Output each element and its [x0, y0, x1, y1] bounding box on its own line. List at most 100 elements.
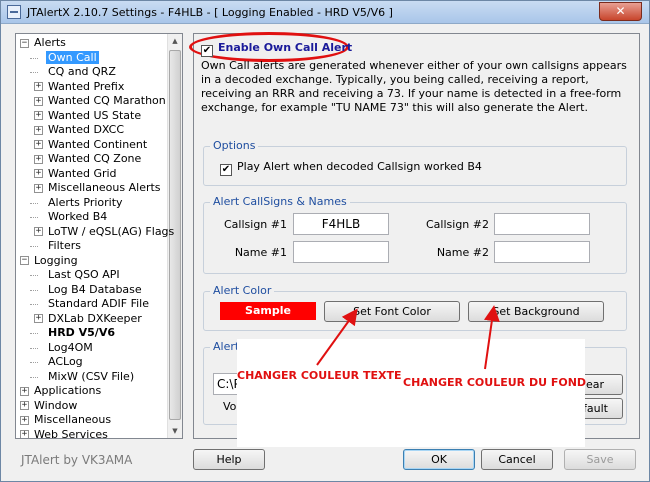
tree-item[interactable]: Wanted Continent — [46, 138, 149, 152]
tree-item[interactable]: Web Services — [32, 428, 110, 439]
font-color-note: CHANGER COULEUR TEXTE — [237, 369, 402, 382]
tree-item-label: Last QSO API — [48, 268, 120, 281]
tree-item[interactable]: Log4OM — [46, 341, 95, 355]
expand-icon[interactable]: + — [34, 140, 43, 149]
tree-item-label: Log4OM — [48, 340, 93, 354]
tree-item[interactable]: Wanted DXCC — [46, 123, 126, 137]
callsign1-input[interactable]: F4HLB — [293, 213, 389, 235]
tree-item-label: Wanted Grid — [48, 166, 117, 180]
tree-item[interactable]: Logging — [32, 254, 80, 268]
tree-item-label: Worked B4 — [48, 210, 108, 223]
tree-connector — [30, 246, 38, 247]
tree-item[interactable]: Alerts Priority — [46, 196, 125, 210]
tree-connector — [30, 376, 38, 378]
tree-item-label: Alerts — [34, 36, 66, 49]
tree-item[interactable]: Miscellaneous Alerts — [46, 181, 163, 195]
expand-icon[interactable]: + — [20, 415, 29, 425]
expand-icon[interactable]: + — [34, 227, 43, 236]
brand-label: JTAlert by VK3AMA — [21, 453, 133, 467]
save-button[interactable]: Save — [564, 449, 636, 470]
expand-icon[interactable]: + — [20, 401, 29, 410]
enable-own-call-label: Enable Own Call Alert — [218, 41, 353, 54]
name2-label: Name #2 — [436, 246, 489, 259]
cancel-button[interactable]: Cancel — [481, 449, 553, 470]
tree-connector — [30, 57, 38, 59]
tree-item[interactable]: Alerts — [32, 36, 68, 50]
collapse-icon[interactable]: − — [20, 256, 29, 265]
tree-item-label: Miscellaneous — [34, 413, 112, 426]
tree-connector — [30, 289, 38, 291]
tree-item-label: ACLog — [48, 355, 83, 368]
tree-connector — [30, 217, 38, 218]
play-alert-box[interactable]: ✔ — [220, 164, 232, 176]
tree-item-label: Filters — [48, 239, 81, 252]
tree-item[interactable]: CQ and QRZ — [46, 65, 118, 79]
tree-item[interactable]: Wanted CQ Zone — [46, 152, 143, 166]
tree-connector — [30, 347, 38, 349]
tree-item[interactable]: Worked B4 — [46, 210, 109, 224]
tree-connector — [30, 362, 38, 363]
tree-item-label: Applications — [34, 384, 102, 397]
expand-icon[interactable]: + — [34, 154, 43, 164]
expand-icon[interactable]: + — [20, 430, 29, 438]
name2-input[interactable] — [494, 241, 590, 263]
tree-item[interactable]: Window — [32, 399, 79, 413]
expand-icon[interactable]: + — [34, 314, 43, 323]
expand-icon[interactable]: + — [34, 183, 43, 193]
title-bar[interactable]: JTAlertX 2.10.7 Settings - F4HLB - [ Log… — [1, 1, 649, 24]
tree-item[interactable]: Filters — [46, 239, 83, 253]
tree-item[interactable]: Wanted Prefix — [46, 80, 126, 94]
tree-item[interactable]: DXLab DXKeeper — [46, 312, 144, 326]
tree-item-label: MixW (CSV File) — [48, 369, 135, 383]
collapse-icon[interactable]: − — [20, 38, 29, 48]
tree-item[interactable]: Wanted CQ Marathon — [46, 94, 168, 108]
tree-item[interactable]: HRD V5/V6 — [46, 326, 117, 340]
tree-item[interactable]: LoTW / eQSL(AG) Flags — [46, 225, 176, 239]
tree-item-label: Logging — [34, 253, 78, 267]
help-button[interactable]: Help — [193, 449, 265, 470]
tree-item[interactable]: Wanted Grid — [46, 167, 119, 181]
tree-item-label: Standard ADIF File — [48, 297, 150, 310]
tree-item[interactable]: Miscellaneous — [32, 413, 113, 427]
expand-icon[interactable]: + — [34, 111, 43, 120]
scroll-down-arrow-icon[interactable]: ▼ — [169, 424, 181, 438]
tree-connector — [30, 275, 38, 276]
tree-item-label: Wanted US State — [48, 108, 142, 122]
tree-connector — [30, 72, 38, 73]
expand-icon[interactable]: + — [34, 96, 43, 106]
tree-item[interactable]: MixW (CSV File) — [46, 370, 136, 384]
tree-connector — [30, 202, 38, 204]
tree-item[interactable]: ACLog — [46, 355, 85, 369]
tree-item-label: Wanted CQ Zone — [48, 152, 142, 165]
tree-item[interactable]: Last QSO API — [46, 268, 122, 282]
play-alert-checkbox[interactable]: ✔ Play Alert when decoded Callsign worked… — [220, 160, 482, 176]
tree-item-label: Wanted Continent — [48, 137, 148, 151]
tree-connector — [30, 304, 38, 305]
checkbox-box[interactable]: ✔ — [201, 45, 213, 57]
set-font-color-button[interactable]: Set Font Color — [324, 301, 460, 322]
tree-item[interactable]: Wanted US State — [46, 109, 143, 123]
expand-icon[interactable]: + — [34, 169, 43, 178]
scroll-up-arrow-icon[interactable]: ▲ — [169, 34, 181, 48]
own-call-description: Own Call alerts are generated whenever e… — [201, 59, 627, 114]
window-title: JTAlertX 2.10.7 Settings - F4HLB - [ Log… — [27, 6, 393, 19]
tree-item-label: Wanted DXCC — [48, 123, 125, 136]
expand-icon[interactable]: + — [20, 386, 29, 396]
expand-icon[interactable]: + — [34, 82, 43, 91]
tree-item[interactable]: Standard ADIF File — [46, 297, 151, 311]
close-button[interactable]: ✕ — [599, 2, 642, 21]
enable-own-call-checkbox[interactable]: ✔ Enable Own Call Alert — [201, 41, 352, 57]
ok-button[interactable]: OK — [403, 449, 475, 470]
tree-item[interactable]: Log B4 Database — [46, 283, 144, 297]
set-background-button[interactable]: Set Background — [468, 301, 604, 322]
callsign2-input[interactable] — [494, 213, 590, 235]
tree-item[interactable]: Own Call — [46, 50, 99, 65]
tree-connector — [30, 333, 38, 334]
name1-label: Name #1 — [234, 246, 287, 259]
tree-item[interactable]: Applications — [32, 384, 103, 398]
tree-item-label: Miscellaneous Alerts — [48, 181, 161, 194]
options-group-title: Options — [210, 139, 259, 152]
alert-color-group-title: Alert Color — [210, 284, 275, 297]
expand-icon[interactable]: + — [34, 125, 43, 135]
name1-input[interactable] — [293, 241, 389, 263]
